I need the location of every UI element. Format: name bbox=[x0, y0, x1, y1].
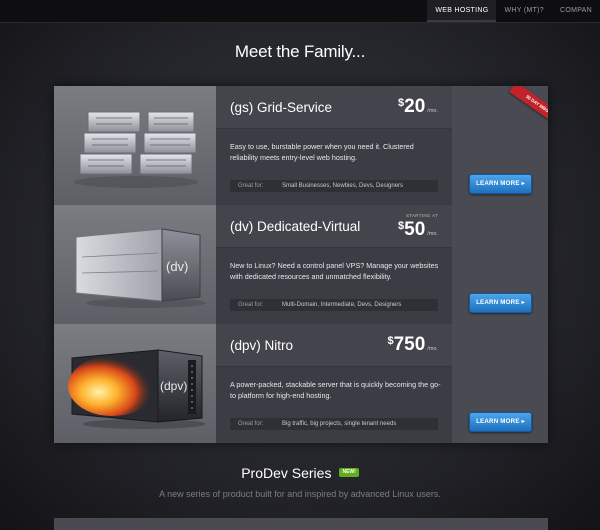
server-case-icon: (dv) bbox=[75, 228, 206, 308]
product-info-gs: (gs) Grid-Service $20/mo. Easy to use, b… bbox=[216, 86, 452, 205]
prodev-title: ProDev Series NEW! bbox=[0, 465, 600, 481]
learn-more-button[interactable]: LEARN MORE ▸ bbox=[469, 293, 532, 313]
server-image-dv: (dv) bbox=[54, 205, 216, 324]
prodev-title-text: ProDev Series bbox=[241, 465, 332, 481]
product-title-bar: (dv) Dedicated-Virtual STARTING AT $50/m… bbox=[216, 205, 452, 248]
page-title: Meet the Family... bbox=[234, 42, 366, 61]
nav-web-hosting[interactable]: WEB HOSTING bbox=[427, 0, 497, 22]
product-row-dv: (dv) (dv) Dedicated-Virtual STARTING AT … bbox=[54, 205, 548, 325]
learn-more-button[interactable]: LEARN MORE ▸ bbox=[469, 412, 532, 432]
nav-company[interactable]: COMPAN bbox=[552, 0, 600, 22]
great-for-label: Great for: bbox=[238, 421, 264, 427]
product-description: A power-packed, stackable server that is… bbox=[230, 380, 441, 400]
product-name: (dv) Dedicated-Virtual bbox=[230, 219, 361, 234]
product-price: $20/mo. bbox=[398, 96, 438, 117]
great-for-bar: Great for: Multi-Domain, Intermediate, D… bbox=[230, 299, 438, 311]
nitro-server-icon: (dpv) bbox=[68, 349, 206, 429]
great-for-value: Small Businesses, Newbies, Devs, Designe… bbox=[282, 183, 404, 189]
product-price: $750/mo. bbox=[387, 334, 438, 355]
cta-cell: LEARN MORE ▸ bbox=[452, 205, 548, 324]
top-navigation: WEB HOSTING WHY (mt)? COMPAN bbox=[0, 0, 600, 23]
great-for-bar: Great for: Big traffic, big projects, si… bbox=[230, 418, 438, 430]
product-title-bar: (gs) Grid-Service $20/mo. bbox=[216, 86, 452, 129]
dv-server-label: (dv) bbox=[166, 259, 188, 274]
great-for-label: Great for: bbox=[238, 302, 264, 308]
product-name: (gs) Grid-Service bbox=[230, 100, 333, 115]
new-badge: NEW! bbox=[339, 467, 359, 477]
product-row-gs: (gs) Grid-Service $20/mo. Easy to use, b… bbox=[54, 86, 548, 206]
cta-cell: LEARN MORE ▸ bbox=[452, 324, 548, 443]
product-name: (dpv) Nitro bbox=[230, 338, 294, 353]
product-title-bar: (dpv) Nitro $750/mo. bbox=[216, 324, 452, 367]
server-image-dpv: (dpv) bbox=[54, 324, 216, 443]
learn-more-button[interactable]: LEARN MORE ▸ bbox=[469, 174, 532, 194]
product-info-dpv: (dpv) Nitro $750/mo. A power-packed, sta… bbox=[216, 324, 452, 443]
product-row-dpv: (dpv) (dpv) Nitro $750/mo. A power-packe… bbox=[54, 324, 548, 443]
starting-at-label: STARTING AT bbox=[405, 213, 438, 218]
product-info-dv: (dv) Dedicated-Virtual STARTING AT $50/m… bbox=[216, 205, 452, 324]
product-price: $50/mo. bbox=[398, 219, 438, 240]
dpv-server-label: (dpv) bbox=[160, 379, 187, 393]
product-description: New to Linux? Need a control panel VPS? … bbox=[230, 261, 439, 281]
product-panel: (gs) Grid-Service $20/mo. Easy to use, b… bbox=[54, 86, 548, 443]
great-for-value: Multi-Domain, Intermediate, Devs, Design… bbox=[282, 302, 402, 308]
great-for-bar: Great for: Small Businesses, Newbies, De… bbox=[230, 180, 438, 192]
prodev-panel bbox=[54, 518, 548, 530]
great-for-label: Great for: bbox=[238, 183, 264, 189]
server-image-gs bbox=[54, 86, 216, 205]
great-for-value: Big traffic, big projects, single tenant… bbox=[282, 421, 397, 427]
stacked-servers-icon bbox=[74, 111, 198, 188]
nav-why-mt[interactable]: WHY (mt)? bbox=[496, 0, 552, 22]
prodev-subtitle: A new series of product built for and in… bbox=[159, 489, 441, 499]
product-description: Easy to use, burstable power when you ne… bbox=[230, 142, 414, 162]
